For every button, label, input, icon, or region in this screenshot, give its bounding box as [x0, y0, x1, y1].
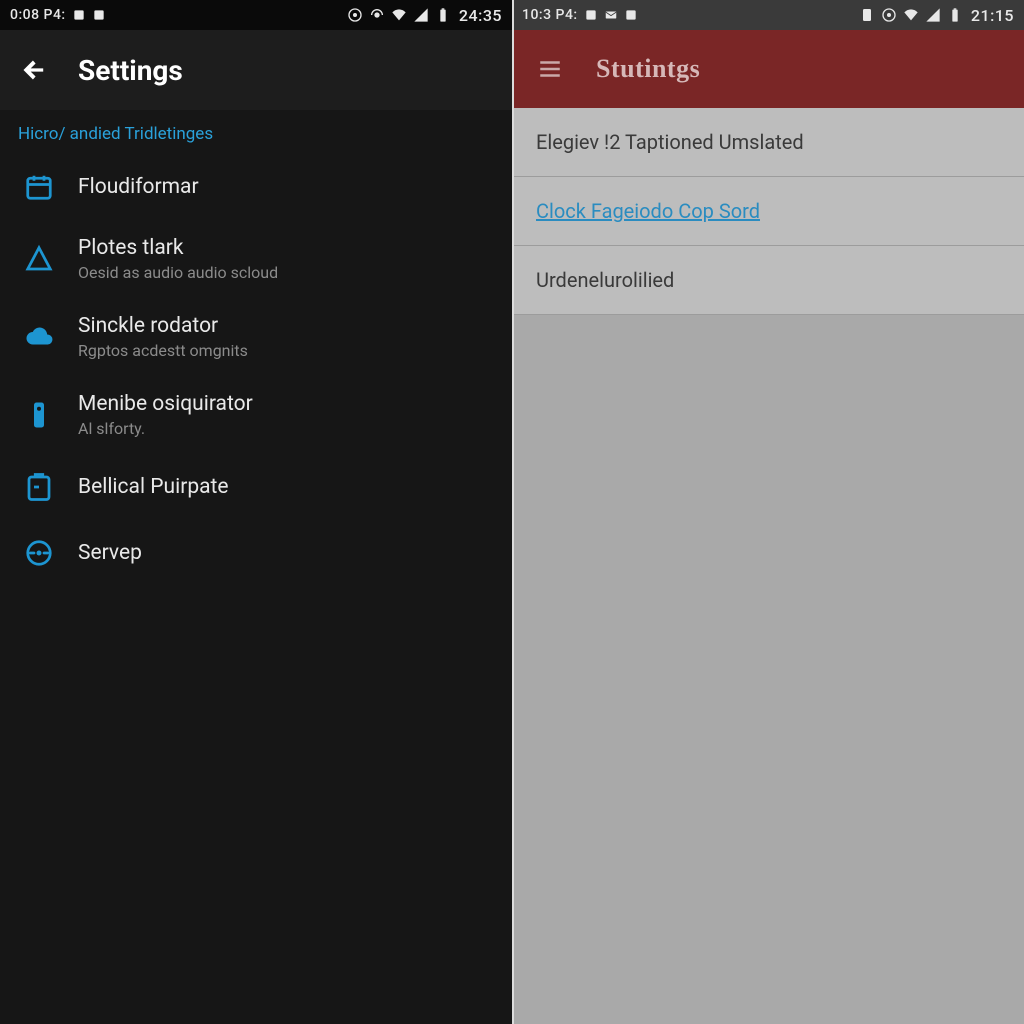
- menu-button[interactable]: [534, 53, 566, 85]
- battery-icon: [435, 7, 451, 23]
- triangle-icon: [22, 242, 56, 276]
- arrow-left-icon: [21, 57, 47, 83]
- status-left-cluster: 0:08 P4:: [10, 7, 106, 23]
- notif-icon: [584, 8, 598, 22]
- back-button[interactable]: [18, 54, 50, 86]
- clipboard-icon: [22, 470, 56, 504]
- notif-icon: [72, 8, 86, 22]
- status-clock: 24:35: [459, 6, 502, 25]
- status-clock: 21:15: [971, 6, 1014, 25]
- status-left-cluster: 10:3 P4:: [522, 7, 638, 23]
- wifi-icon: [391, 7, 407, 23]
- appbar: Settings: [0, 30, 512, 110]
- row-subtitle: Oesid as audio audio scloud: [78, 263, 278, 282]
- settings-row-bellical[interactable]: Bellical Puirpate: [0, 454, 512, 520]
- signal-icon: [413, 7, 429, 23]
- screen-divider: [512, 0, 514, 1024]
- row-title: Sinckle rodator: [78, 314, 248, 338]
- hamburger-icon: [537, 56, 563, 82]
- list-item-elegiev[interactable]: Elegiev !2 Taptioned Umslated: [512, 108, 1024, 177]
- status-right-cluster: 24:35: [347, 6, 502, 25]
- section-header: Hicro/ andied Tridletinges: [0, 110, 512, 154]
- list-item-urdenel[interactable]: Urdenelurolilied: [512, 246, 1024, 315]
- sim-icon: [859, 7, 875, 23]
- hotspot-icon: [369, 7, 385, 23]
- settings-row-menibe[interactable]: Menibe osiquirator Al slforty.: [0, 376, 512, 454]
- status-time-label: 10:3 P4:: [522, 7, 578, 23]
- list-item-clock-link[interactable]: Clock Fageiodo Cop Sord: [512, 177, 1024, 246]
- row-title: Bellical Puirpate: [78, 475, 229, 499]
- page-title: Stutintgs: [596, 54, 700, 84]
- cast-icon: [881, 7, 897, 23]
- row-title: Plotes tlark: [78, 236, 278, 260]
- appbar: Stutintgs: [512, 30, 1024, 108]
- cast-icon: [347, 7, 363, 23]
- status-bar: 0:08 P4: 24:35: [0, 0, 512, 30]
- sync-icon: [22, 536, 56, 570]
- left-screen: 0:08 P4: 24:35 Settings Hicro/ andied Tr…: [0, 0, 512, 1024]
- settings-list: Floudiformar Plotes tlark Oesid as audio…: [0, 154, 512, 586]
- device-icon: [22, 398, 56, 432]
- page-title: Settings: [78, 54, 183, 87]
- signal-icon: [925, 7, 941, 23]
- cloud-icon: [22, 320, 56, 354]
- row-subtitle: Rgptos acdestt omgnits: [78, 341, 248, 360]
- wifi-icon: [903, 7, 919, 23]
- list-item-label: Urdenelurolilied: [536, 268, 674, 292]
- notif-icon-2: [624, 8, 638, 22]
- settings-row-plotes[interactable]: Plotes tlark Oesid as audio audio scloud: [0, 220, 512, 298]
- mail-icon: [604, 8, 618, 22]
- row-title: Menibe osiquirator: [78, 392, 253, 416]
- row-title: Floudiformar: [78, 175, 199, 199]
- settings-row-floudiformar[interactable]: Floudiformar: [0, 154, 512, 220]
- settings-row-servep[interactable]: Servep: [0, 520, 512, 586]
- list-item-label: Elegiev !2 Taptioned Umslated: [536, 130, 804, 154]
- notif-icon-2: [92, 8, 106, 22]
- battery-icon: [947, 7, 963, 23]
- settings-row-sinckle[interactable]: Sinckle rodator Rgptos acdestt omgnits: [0, 298, 512, 376]
- right-screen: 10:3 P4: 21:15 Stutintgs Elegiev !2 Tapt…: [512, 0, 1024, 1024]
- row-title: Servep: [78, 541, 142, 565]
- status-time-label: 0:08 P4:: [10, 7, 66, 23]
- status-bar: 10:3 P4: 21:15: [512, 0, 1024, 30]
- right-list: Elegiev !2 Taptioned Umslated Clock Fage…: [512, 108, 1024, 315]
- list-item-label: Clock Fageiodo Cop Sord: [536, 199, 760, 223]
- status-right-cluster: 21:15: [859, 6, 1014, 25]
- row-subtitle: Al slforty.: [78, 419, 253, 438]
- empty-body: [512, 315, 1024, 1024]
- calendar-icon: [22, 170, 56, 204]
